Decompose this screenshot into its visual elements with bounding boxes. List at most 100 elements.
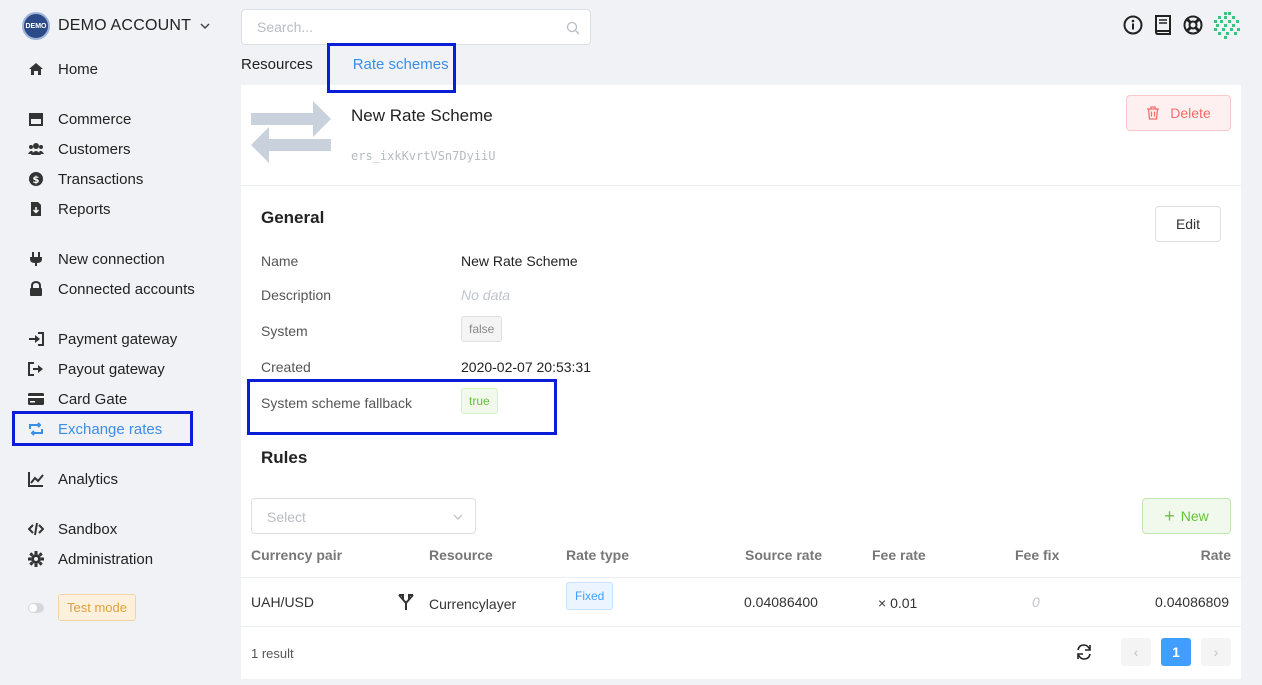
sidebar-item-label: Analytics — [58, 470, 119, 488]
sidebar-item-label: Commerce — [58, 110, 132, 128]
name-label: Name — [261, 253, 299, 269]
tab-rate-schemes[interactable]: Rate schemes — [351, 56, 450, 91]
trash-icon — [1147, 106, 1160, 120]
sidebar-item-customers[interactable]: Customers — [28, 137, 131, 161]
description-label: Description — [261, 287, 332, 303]
sidebar-item-label: Reports — [58, 200, 111, 218]
test-mode-badge: Test mode — [58, 594, 136, 621]
sidebar-item-sandbox[interactable]: Sandbox — [28, 517, 117, 541]
sidebar-item-reports[interactable]: Reports — [28, 197, 111, 221]
cell-rate: 0.04086809 — [1155, 594, 1229, 610]
sign-in-icon — [28, 331, 44, 347]
sidebar-item-payout-gateway[interactable]: Payout gateway — [28, 357, 165, 381]
credit-card-icon — [28, 391, 44, 407]
new-rule-button[interactable]: + New — [1142, 498, 1231, 534]
col-currency-pair: Currency pair — [251, 547, 343, 563]
sidebar-item-home[interactable]: Home — [28, 57, 98, 81]
col-resource: Resource — [429, 547, 493, 563]
rate-scheme-panel: New Rate Scheme ers_ixkKvrtVSn7DyiiU Del… — [241, 85, 1241, 679]
new-label: New — [1180, 508, 1209, 524]
sidebar-item-label: Transactions — [58, 170, 144, 188]
store-icon — [28, 111, 44, 127]
book-icon[interactable] — [1152, 14, 1174, 36]
sidebar-item-label: Connected accounts — [58, 280, 195, 298]
cell-source-rate: 0.04086400 — [744, 594, 818, 610]
col-fee-fix: Fee fix — [1015, 547, 1060, 563]
scheme-header: New Rate Scheme ers_ixkKvrtVSn7DyiiU Del… — [241, 85, 1241, 186]
chevron-right-icon: › — [1213, 644, 1219, 660]
sidebar-item-card-gate[interactable]: Card Gate — [28, 387, 127, 411]
rules-select[interactable]: Select — [251, 498, 476, 534]
fallback-tag: true — [461, 388, 498, 414]
plug-icon — [28, 251, 44, 267]
sidebar-item-payment-gateway[interactable]: Payment gateway — [28, 327, 177, 351]
svg-text:$: $ — [33, 175, 40, 186]
lock-icon — [28, 281, 44, 297]
cell-rate-type: Fixed — [566, 582, 614, 610]
avatar[interactable] — [1212, 10, 1242, 40]
delete-button[interactable]: Delete — [1126, 95, 1231, 131]
sidebar-item-label: New connection — [58, 250, 165, 268]
line-chart-icon — [28, 471, 44, 487]
sidebar-item-analytics[interactable]: Analytics — [28, 467, 118, 491]
description-value: No data — [461, 287, 511, 303]
col-rate-type: Rate type — [566, 547, 630, 563]
result-count: 1 result — [251, 646, 294, 661]
sign-out-icon — [28, 361, 44, 377]
search-icon[interactable] — [566, 21, 580, 35]
fallback-label: System scheme fallback — [261, 395, 412, 411]
system-label: System — [261, 323, 308, 339]
fallback-value: true — [461, 388, 498, 414]
code-icon — [28, 521, 44, 537]
account-switcher[interactable]: DEMO DEMO ACCOUNT — [22, 12, 211, 40]
chevron-down-icon — [200, 23, 210, 30]
select-placeholder: Select — [267, 509, 306, 525]
search-input[interactable] — [242, 10, 542, 44]
sidebar-item-exchange-rates[interactable]: Exchange rates — [28, 417, 162, 441]
scheme-id: ers_ixkKvrtVSn7DyiiU — [351, 149, 496, 163]
system-value: false — [461, 316, 503, 342]
next-page-button[interactable]: › — [1201, 638, 1231, 666]
chevron-left-icon: ‹ — [1133, 644, 1139, 660]
info-icon[interactable] — [1122, 14, 1144, 36]
sidebar-item-label: Administration — [58, 550, 154, 568]
prev-page-button[interactable]: ‹ — [1121, 638, 1151, 666]
rules-title: Rules — [261, 448, 308, 467]
edit-button[interactable]: Edit — [1155, 206, 1221, 242]
sidebar-item-administration[interactable]: Administration — [28, 547, 153, 571]
sidebar-item-label: Home — [58, 60, 99, 78]
system-tag: false — [461, 316, 503, 342]
cell-fee-fix: 0 — [1032, 594, 1040, 610]
created-value: 2020-02-07 20:53:31 — [461, 359, 591, 375]
sidebar-item-label: Exchange rates — [58, 420, 163, 438]
sidebar-item-label: Customers — [58, 140, 131, 158]
delete-label: Delete — [1170, 105, 1211, 121]
sidebar-item-transactions[interactable]: $ Transactions — [28, 167, 143, 191]
account-name: DEMO ACCOUNT — [58, 17, 192, 34]
account-logo: DEMO — [22, 12, 50, 40]
sidebar-item-connected-accounts[interactable]: Connected accounts — [28, 277, 195, 301]
sidebar-item-new-connection[interactable]: New connection — [28, 247, 165, 271]
chevron-down-icon — [453, 514, 463, 520]
page-1-button[interactable]: 1 — [1161, 638, 1191, 666]
col-rate: Rate — [1200, 547, 1231, 563]
refresh-icon[interactable] — [1075, 643, 1093, 661]
col-source-rate: Source rate — [745, 547, 823, 563]
sidebar: DEMO DEMO ACCOUNT Home Commerce Customer… — [0, 0, 230, 685]
row-divider — [241, 577, 1241, 578]
created-label: Created — [261, 359, 311, 375]
sidebar-item-label: Payment gateway — [58, 330, 178, 348]
tab-resources[interactable]: Resources — [241, 56, 313, 84]
rate-type-tag: Fixed — [566, 582, 614, 610]
home-icon — [28, 61, 44, 77]
gear-icon — [28, 551, 44, 567]
exchange-arrows-icon — [251, 101, 331, 163]
users-icon — [28, 141, 44, 157]
test-mode-toggle[interactable] — [28, 602, 44, 613]
search-box — [241, 9, 591, 45]
cell-pair: UAH/USD — [251, 594, 315, 610]
sidebar-item-commerce[interactable]: Commerce — [28, 107, 131, 131]
sidebar-item-label: Card Gate — [58, 390, 128, 408]
lifebuoy-icon[interactable] — [1182, 14, 1204, 36]
row-divider — [241, 626, 1241, 627]
